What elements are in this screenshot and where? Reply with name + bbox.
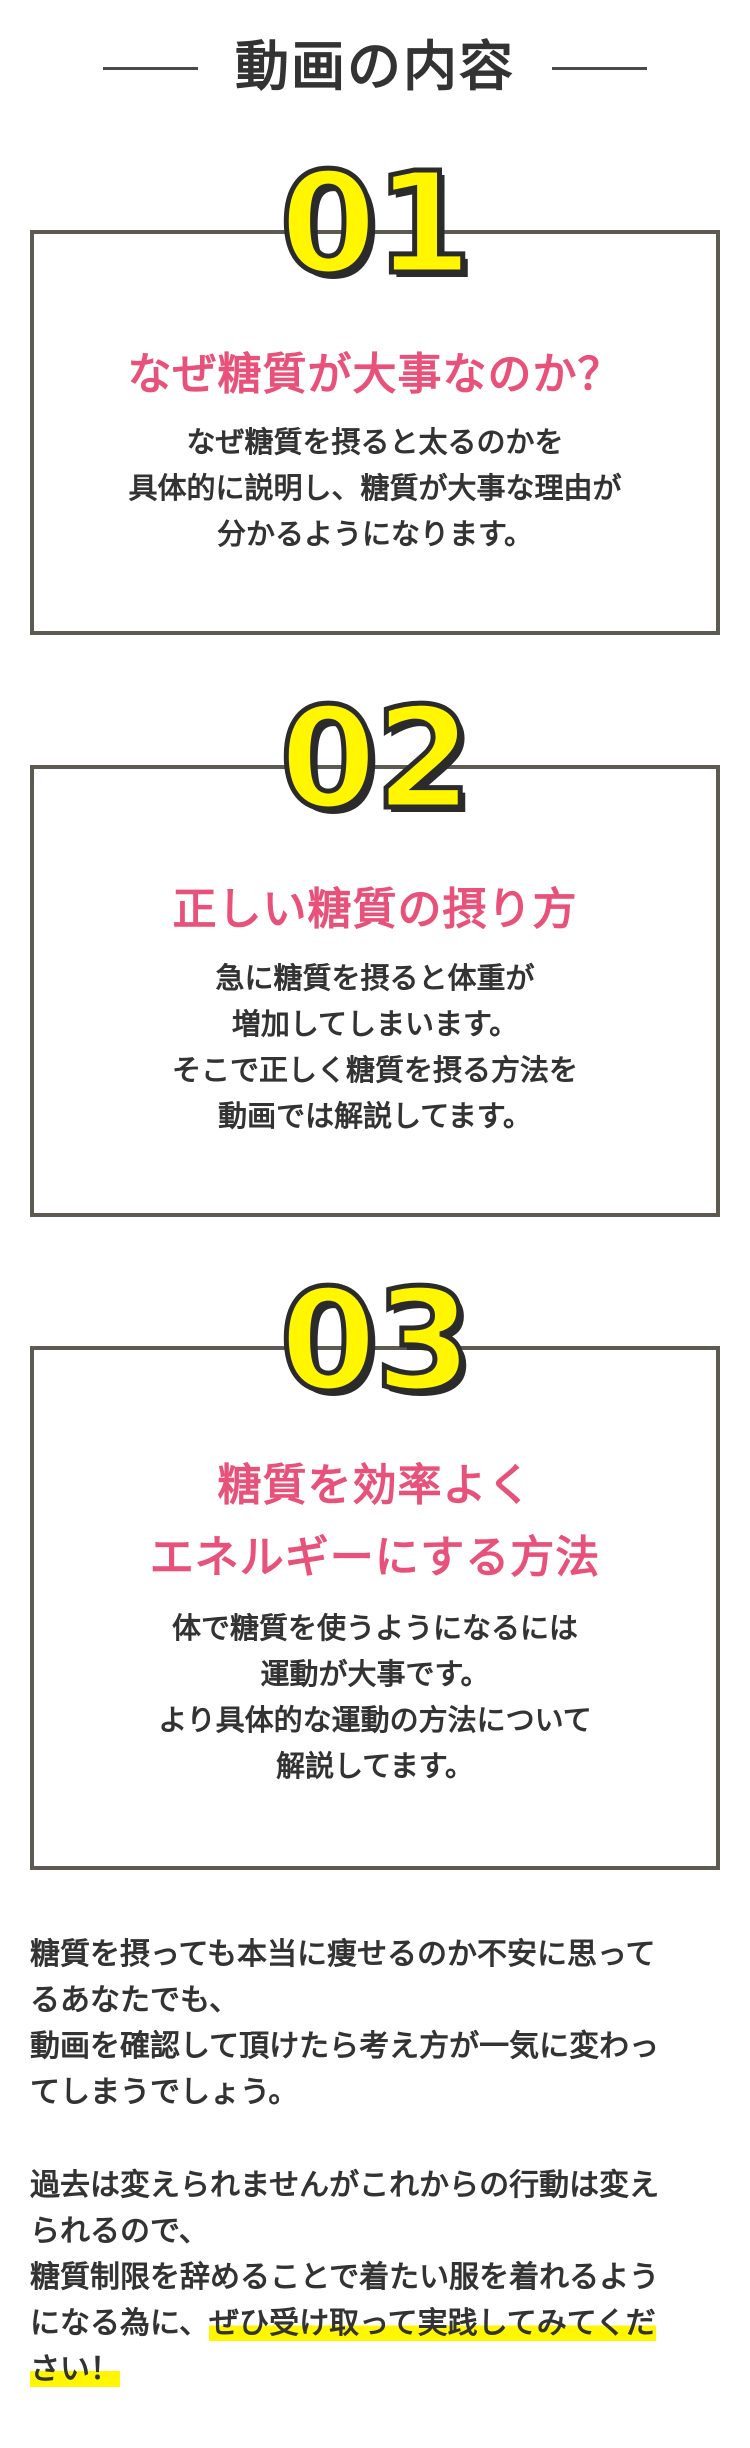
card-body: 急に糖質を摂ると体重が 増加してしまいます。 そこで正しく糖質を摂る方法を 動画…: [34, 955, 716, 1139]
paragraph-line: 動画を確認して頂けたら考え方が一気に変わっ: [30, 2029, 660, 2064]
highlighted-call-to-action: ぜひ受け取って実践してみてくだ: [209, 2306, 656, 2341]
heading-right-rule: [552, 67, 647, 70]
item-number-03: 03: [277, 1260, 475, 1423]
card-body-line: 具体的に説明し、糖質が大事な理由が: [128, 471, 622, 505]
card-title: なぜ糖質が大事なのか？: [34, 339, 716, 411]
paragraph-line: るあなたでも、: [30, 1983, 240, 2018]
section-heading: 動画の内容: [0, 30, 750, 100]
card-title-line: 正しい糖質の摂り方: [172, 884, 578, 935]
card-body-line: そこで正しく糖質を摂る方法を: [171, 1053, 578, 1087]
paragraph-line: 糖質制限を辞めることで着たい服を着れるよう: [30, 2260, 660, 2295]
card-body-line: 体で糖質を使うようになるには: [171, 1611, 578, 1645]
paragraph-text: になる為に、: [30, 2306, 210, 2341]
item-number-01: 01: [277, 143, 475, 306]
paragraph-line: てしまうでしょう。: [30, 2075, 299, 2110]
intro-paragraph-2: 過去は変えられませんがこれからの行動は変え られるので、 糖質制限を辞めることで…: [30, 2163, 720, 2393]
intro-paragraph-1: 糖質を摂っても本当に痩せるのか不安に思って るあなたでも、 動画を確認して頂けた…: [30, 1932, 720, 2116]
card-body: なぜ糖質を摂ると太るのかを 具体的に説明し、糖質が大事な理由が 分かるようになり…: [34, 419, 716, 557]
card-body-line: 増加してしまいます。: [231, 1007, 519, 1041]
card-body-line: なぜ糖質を摂ると太るのかを: [186, 425, 564, 459]
content-card-3: 糖質を効率よく エネルギーにする方法 体で糖質を使うようになるには 運動が大事で…: [30, 1346, 720, 1870]
paragraph-line: 過去は変えられませんがこれからの行動は変え: [30, 2168, 660, 2203]
card-title-line: 糖質を効率よく: [217, 1460, 533, 1511]
card-body: 体で糖質を使うようになるには 運動が大事です。 より具体的な運動の方法について …: [34, 1605, 716, 1789]
item-number-02: 02: [277, 678, 475, 841]
card-title-line: なぜ糖質が大事なのか？: [127, 349, 623, 400]
highlighted-call-to-action-end: さい！: [30, 2352, 120, 2387]
card-title: 糖質を効率よく エネルギーにする方法: [34, 1450, 716, 1594]
paragraph-line: 糖質を摂っても本当に痩せるのか不安に思って: [30, 1937, 656, 1972]
paragraph-line: になる為に、ぜひ受け取って実践してみてくだ: [30, 2301, 720, 2347]
paragraph-line: さい！: [30, 2347, 720, 2393]
card-body-line: 分かるようになります。: [216, 517, 534, 551]
card-body-line: 解説してます。: [276, 1749, 474, 1783]
paragraph-line: られるので、: [30, 2214, 209, 2249]
card-body-line: より具体的な運動の方法について: [158, 1703, 592, 1737]
card-body-line: 運動が大事です。: [260, 1657, 490, 1691]
card-body-line: 急に糖質を摂ると体重が: [215, 961, 535, 995]
card-title-line: エネルギーにする方法: [149, 1532, 601, 1583]
card-title: 正しい糖質の摂り方: [34, 874, 716, 946]
card-body-line: 動画では解説してます。: [218, 1099, 532, 1133]
